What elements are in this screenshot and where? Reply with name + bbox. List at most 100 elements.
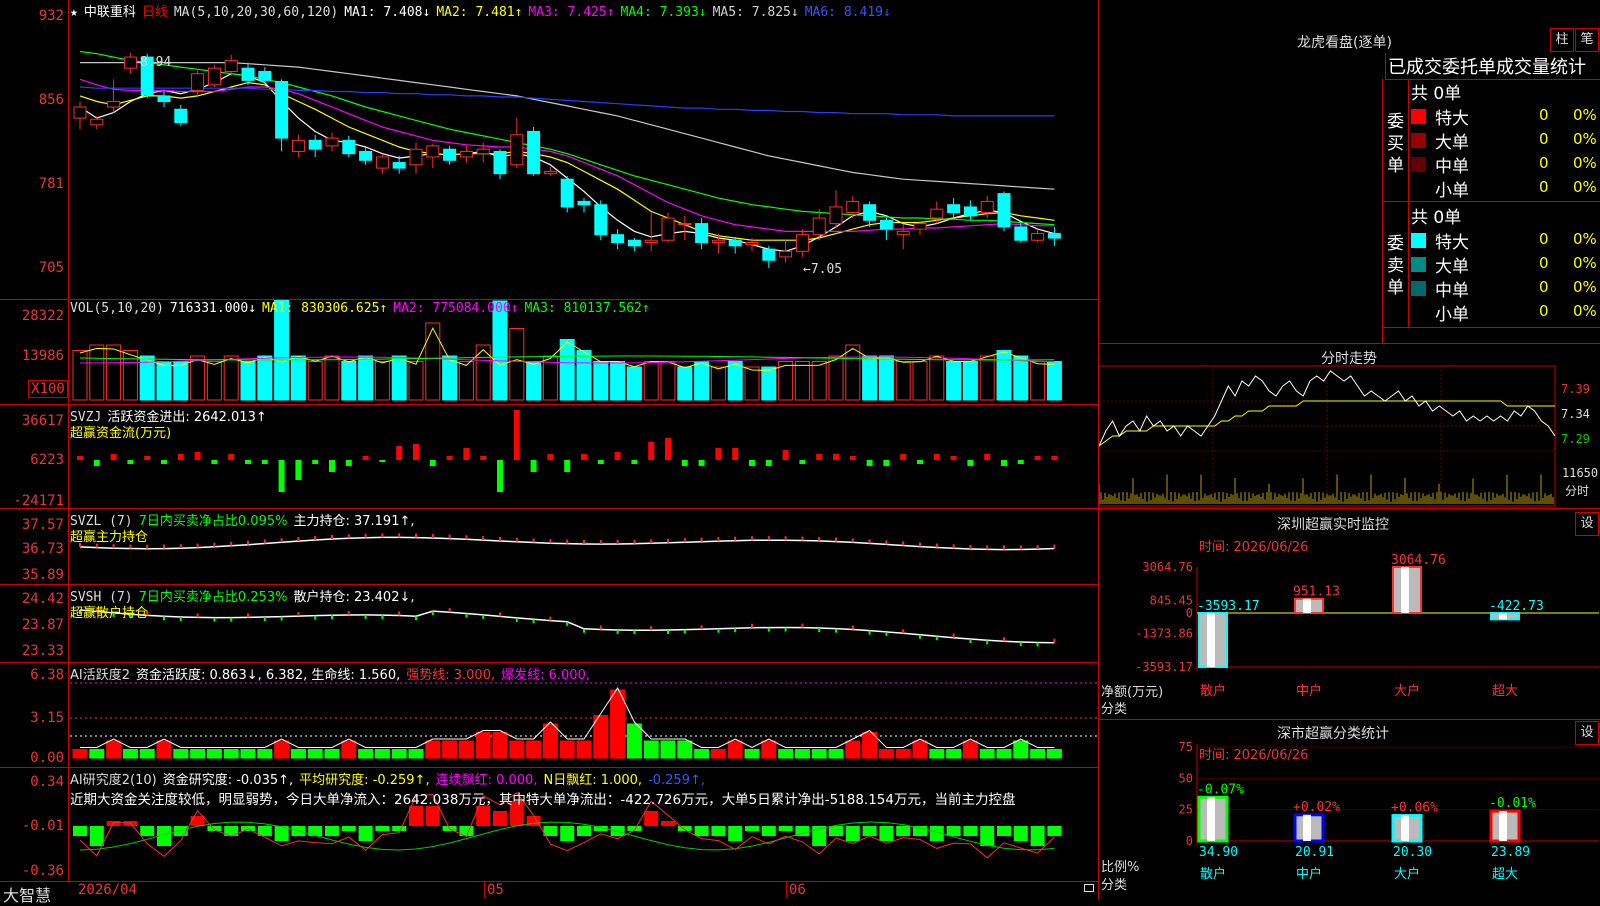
activity-bar [139, 749, 155, 759]
activity-bar [257, 749, 273, 759]
row-qty: 0 [1539, 106, 1549, 124]
candle-body [291, 139, 305, 152]
activity-bar [727, 740, 743, 759]
svzj-bar [581, 454, 587, 460]
lock-icon[interactable] [1084, 884, 1094, 892]
research-bar [829, 826, 843, 836]
lhb-row: 中单 0 0% [1411, 276, 1600, 301]
volume-bar [593, 361, 609, 401]
activity-bar [828, 749, 844, 759]
volume-bar [106, 344, 122, 401]
activity-bar [710, 749, 726, 759]
ai-activity-pane[interactable]: 6.38 3.15 0.00 AI活跃度2 资金活跃度: 0.863↓, 6.38… [0, 663, 1098, 768]
svzj-bar [513, 410, 520, 460]
sz-monitor-panel[interactable]: 深圳超赢实时监控 设 时间: 2026/06/26 3064.76 845.45 0… [1098, 509, 1600, 720]
volume-header: VOL(5,10,20) 716331.000↓ MA1: 830306.625↑ M… [70, 301, 662, 316]
ss-category-label: 散户 [1200, 866, 1226, 882]
svzj-bar [715, 448, 722, 460]
svzj-bar [833, 454, 839, 460]
tick-mode-button[interactable]: 笔 [1575, 28, 1599, 52]
svsh-pane[interactable]: 24.42 23.87 23.33 SVSH (7) 7日内买卖净占比0.253%… [0, 585, 1098, 663]
lhb-row: 小单 0 0% [1411, 300, 1600, 325]
y-tick: -3593.17 [1135, 660, 1193, 674]
research-bar [425, 806, 440, 826]
activity-bar [778, 749, 794, 759]
candle-body [426, 145, 440, 158]
row-qty: 0 [1539, 154, 1549, 172]
row-pct: 0% [1573, 130, 1597, 148]
svzj-bar [614, 452, 621, 460]
intraday-panel[interactable]: 分时走势 7.39 7.34 7.29 11650 分时 [1098, 344, 1600, 509]
kline-chart[interactable] [0, 0, 1098, 299]
ss-change-label: +0.06% [1391, 801, 1438, 816]
research-bar [980, 826, 995, 846]
ai-research-pane[interactable]: 0.34 -0.01 -0.36 AI研究度2(10) 资金研究度: -0.035… [0, 768, 1098, 882]
svzj-bar [446, 456, 453, 460]
row-qty: 0 [1539, 130, 1549, 148]
candle-body [543, 170, 557, 175]
sell-side-label: 委卖单 [1387, 234, 1404, 298]
volume-bar [1030, 361, 1046, 401]
period-label[interactable]: 日线 [142, 5, 168, 20]
sz-monitor-chart[interactable]: 3064.76845.450-1373.86-3593.17-3593.17散户… [1099, 509, 1600, 719]
candle-body [392, 162, 406, 169]
research-bar [341, 826, 356, 831]
activity-bar [929, 749, 945, 759]
row-name: 中单 [1435, 157, 1469, 177]
svzj-bar [816, 454, 823, 460]
sz-stats-chart[interactable]: 75 50 25 0 -0.07% 34.90 散户 +0.02% 20.91 中户 +0.06% 2… [1099, 720, 1600, 900]
svzl-desc: 7日内买卖净占比0.095% [138, 514, 288, 529]
research-bar [358, 826, 373, 841]
y-tick: 0 [1186, 834, 1193, 848]
volume-bar [660, 361, 676, 401]
svzj-bar [211, 460, 218, 464]
vol-label-0: 716331.000↓ [169, 301, 257, 316]
research-bar [694, 826, 709, 836]
volume-bar [156, 361, 172, 401]
lhb-row: 大单 0 0% [1411, 128, 1600, 153]
ss-category-label: 超大 [1492, 867, 1518, 882]
svzl-pane[interactable]: 37.57 36.73 35.89 SVZL (7) 7日内买卖净占比0.095%… [0, 509, 1098, 585]
ss-change-label: -0.01% [1489, 796, 1536, 811]
buy-rows: 特大 0 0% 大单 0 0% 中单 0 0% 小单 0 0% [1411, 104, 1600, 201]
research-bar [896, 826, 911, 836]
sell-rows: 特大 0 0% 大单 0 0% 中单 0 0% 小单 0 0% [1411, 228, 1600, 326]
lhb-tabs[interactable]: 已成交委托单成交量统计 [1385, 53, 1600, 80]
volume-bar [694, 361, 710, 401]
candle-body [695, 223, 709, 243]
brand-label[interactable]: 大智慧 [3, 882, 51, 906]
volume-bar [643, 361, 659, 401]
svzj-bar [278, 460, 285, 492]
star-icon[interactable]: ★ [70, 5, 78, 20]
ma-label-6: MA6: 8.419↓ [804, 5, 891, 20]
lhb-row: 特大 0 0% [1411, 104, 1600, 129]
ma-label-5: MA5: 7.825↓ [712, 5, 799, 20]
svzl-position: 主力持仓: 37.191↑, [293, 514, 415, 529]
candle-body [560, 178, 574, 208]
candle-body [275, 80, 289, 139]
sz-stats-panel[interactable]: 深市超赢分类统计 设 时间: 2026/06/26 75 50 25 0 -0.07% 3… [1098, 720, 1600, 900]
svzj-bar [665, 438, 671, 460]
volume-bar [1013, 355, 1029, 401]
candle-body [157, 95, 171, 102]
volume-bar [862, 355, 878, 401]
svzj-bar [245, 460, 251, 464]
kline-pane[interactable]: 932 856 781 705 ★ 中联重科 日线 MA(5,10,20,30,60,… [0, 0, 1098, 300]
research-bar [1030, 826, 1045, 846]
svzj-bar [312, 460, 319, 464]
candle-body [174, 108, 188, 124]
bar-mode-button[interactable]: 柱 [1550, 28, 1574, 52]
svzj-bar [698, 460, 705, 466]
row-pct: 0% [1573, 302, 1597, 320]
volume-bar [946, 361, 962, 401]
intraday-chart[interactable] [1099, 344, 1600, 508]
candle-body [711, 239, 725, 243]
activity-bar [811, 749, 827, 759]
volume-bar [761, 366, 777, 401]
activity-bar [794, 749, 810, 759]
volume-pane[interactable]: 28322 13986 X100 VOL(5,10,20) 716331.000↓… [0, 300, 1098, 405]
svzj-pane[interactable]: 36617 6223 -24171 SVZJ 活跃资金进出: 2642.013↑ … [0, 405, 1098, 509]
volume-bar [358, 355, 374, 401]
volume-bar [89, 344, 105, 401]
activity-bar [106, 740, 122, 759]
